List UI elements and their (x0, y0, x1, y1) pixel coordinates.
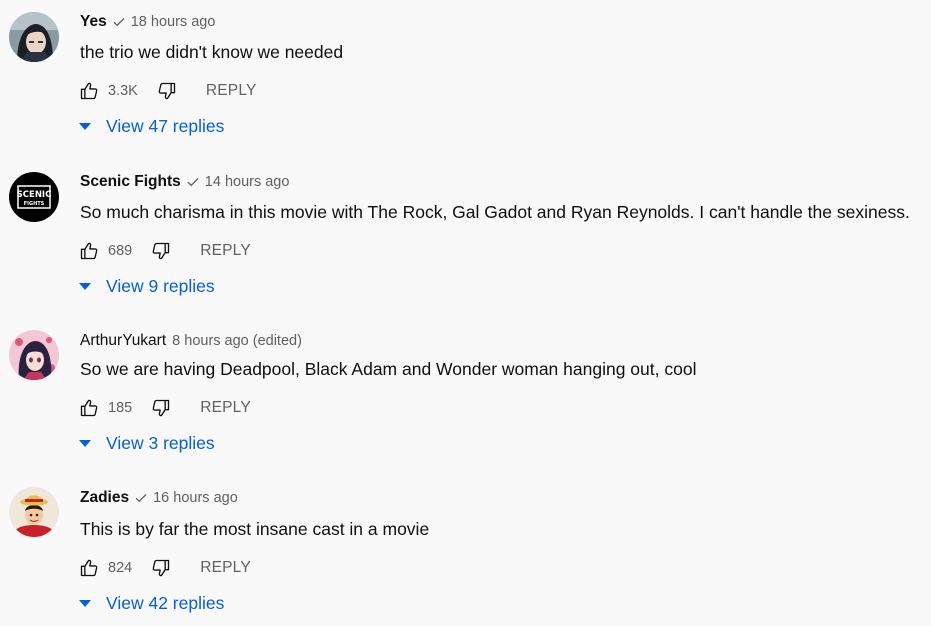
thumbs-up-icon (80, 399, 98, 417)
thumbs-up-icon (80, 242, 98, 260)
dislike-button[interactable] (156, 80, 178, 102)
dislike-button[interactable] (150, 240, 172, 262)
edited-label: (edited) (252, 333, 302, 349)
comment-actions: 824 REPLY (78, 557, 251, 579)
comment-header: Scenic Fights 14 hours ago (80, 172, 289, 192)
thumbs-down-icon (152, 399, 170, 417)
view-replies-button[interactable]: View 3 replies (76, 431, 215, 455)
thumbs-up-icon (80, 82, 98, 100)
comment-thread: ArthurYukart 8 hours ago (edited) So we … (0, 320, 931, 470)
comment-actions: 185 REPLY (78, 397, 251, 419)
caret-down-icon (79, 439, 91, 447)
like-button[interactable] (78, 240, 100, 262)
comment-timestamp[interactable]: 16 hours ago (153, 490, 238, 506)
avatar[interactable]: SCENIC FIGHTS (9, 172, 59, 222)
reply-button[interactable]: REPLY (200, 242, 251, 260)
comment-thread: SCENIC FIGHTS Scenic Fights 14 hours ago… (0, 160, 931, 310)
view-replies-label: View 42 replies (106, 592, 225, 613)
reply-button[interactable]: REPLY (200, 399, 251, 417)
reply-button[interactable]: REPLY (206, 82, 257, 100)
author-name[interactable]: Scenic Fights (80, 173, 181, 191)
comment-header: ArthurYukart 8 hours ago (edited) (80, 331, 302, 351)
comment-actions: 3.3K REPLY (78, 80, 257, 102)
verified-check-icon (135, 493, 147, 503)
author-name[interactable]: Yes (80, 13, 107, 31)
thumbs-down-icon (152, 559, 170, 577)
comment-text: So we are having Deadpool, Black Adam an… (80, 359, 697, 379)
thumbs-down-icon (152, 242, 170, 260)
view-replies-label: View 3 replies (106, 432, 215, 453)
comment-thread: Yes 18 hours ago the trio we didn't know… (0, 0, 931, 150)
verified-check-icon (113, 17, 125, 27)
comment-timestamp[interactable]: 14 hours ago (205, 174, 290, 190)
like-count: 185 (108, 400, 133, 416)
verified-check-icon (187, 177, 199, 187)
comment-timestamp[interactable]: 18 hours ago (131, 14, 216, 30)
comment-thread: Zadies 16 hours ago This is by far the m… (0, 477, 931, 626)
comment-text: This is by far the most insane cast in a… (80, 519, 430, 539)
reply-button[interactable]: REPLY (200, 559, 251, 577)
comment-header: Yes 18 hours ago (80, 12, 215, 32)
caret-down-icon (79, 282, 91, 290)
view-replies-button[interactable]: View 47 replies (76, 114, 224, 138)
comment-text: the trio we didn't know we needed (80, 42, 344, 62)
comment-timestamp[interactable]: 8 hours ago (172, 333, 249, 349)
like-count: 3.3K (108, 83, 138, 99)
logo-text-bottom: FIGHTS (24, 201, 45, 207)
view-replies-label: View 9 replies (106, 275, 215, 296)
straw-hat-pirate-avatar-icon (9, 487, 59, 537)
thumbs-up-icon (80, 559, 98, 577)
comments-section: Yes 18 hours ago the trio we didn't know… (0, 0, 931, 626)
caret-down-icon (79, 599, 91, 607)
avatar[interactable] (9, 487, 59, 537)
anime-girl-avatar-icon (9, 330, 59, 380)
thumbs-down-icon (158, 82, 176, 100)
dislike-button[interactable] (150, 557, 172, 579)
like-count: 824 (108, 560, 133, 576)
anime-character-avatar-icon (9, 12, 59, 62)
author-name[interactable]: ArthurYukart (80, 332, 166, 350)
comment-text: So much charisma in this movie with The … (80, 202, 910, 222)
comment-header: Zadies 16 hours ago (80, 488, 238, 508)
comment-actions: 689 REPLY (78, 240, 251, 262)
dislike-button[interactable] (150, 397, 172, 419)
scenic-fights-logo-avatar-icon: SCENIC FIGHTS (9, 172, 59, 222)
author-name[interactable]: Zadies (80, 489, 129, 507)
view-replies-label: View 47 replies (106, 115, 225, 136)
logo-text-top: SCENIC (17, 190, 52, 200)
avatar[interactable] (9, 12, 59, 62)
like-count: 689 (108, 243, 133, 259)
caret-down-icon (79, 122, 91, 130)
like-button[interactable] (78, 397, 100, 419)
view-replies-button[interactable]: View 42 replies (76, 591, 224, 615)
like-button[interactable] (78, 557, 100, 579)
like-button[interactable] (78, 80, 100, 102)
avatar[interactable] (9, 330, 59, 380)
view-replies-button[interactable]: View 9 replies (76, 274, 215, 298)
